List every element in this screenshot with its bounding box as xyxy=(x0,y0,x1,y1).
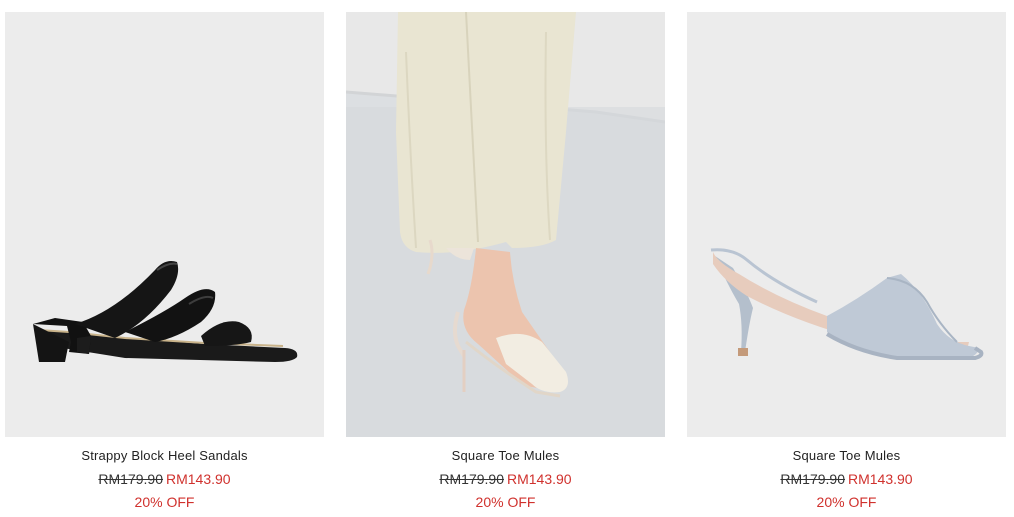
sale-price: RM143.90 xyxy=(166,471,231,487)
product-name[interactable]: Strappy Block Heel Sandals xyxy=(5,448,324,464)
discount-label: 20% OFF xyxy=(816,494,877,510)
price-row: RM179.90 RM143.90 xyxy=(346,471,665,487)
price-row: RM179.90 RM143.90 xyxy=(5,471,324,487)
sale-price: RM143.90 xyxy=(848,471,913,487)
product-name[interactable]: Square Toe Mules xyxy=(346,448,665,464)
product-image[interactable] xyxy=(346,12,665,437)
cream-mule-worn-image xyxy=(346,12,665,437)
price-row: RM179.90 RM143.90 xyxy=(687,471,1006,487)
product-grid: Strappy Block Heel Sandals RM179.90 RM143… xyxy=(0,0,1014,517)
product-name[interactable]: Square Toe Mules xyxy=(687,448,1006,464)
blue-mule-image xyxy=(687,12,1006,437)
product-card[interactable]: Square Toe Mules RM179.90 RM143.90 20% OF… xyxy=(346,12,665,510)
product-card[interactable]: Strappy Block Heel Sandals RM179.90 RM143… xyxy=(5,12,324,510)
sale-price: RM143.90 xyxy=(507,471,572,487)
discount-label: 20% OFF xyxy=(475,494,536,510)
original-price: RM179.90 xyxy=(780,471,845,487)
original-price: RM179.90 xyxy=(439,471,504,487)
discount-label: 20% OFF xyxy=(134,494,195,510)
product-image[interactable] xyxy=(5,12,324,437)
product-card[interactable]: Square Toe Mules RM179.90 RM143.90 20% OF… xyxy=(687,12,1006,510)
original-price: RM179.90 xyxy=(98,471,163,487)
black-sandal-image xyxy=(5,12,324,437)
product-image[interactable] xyxy=(687,12,1006,437)
